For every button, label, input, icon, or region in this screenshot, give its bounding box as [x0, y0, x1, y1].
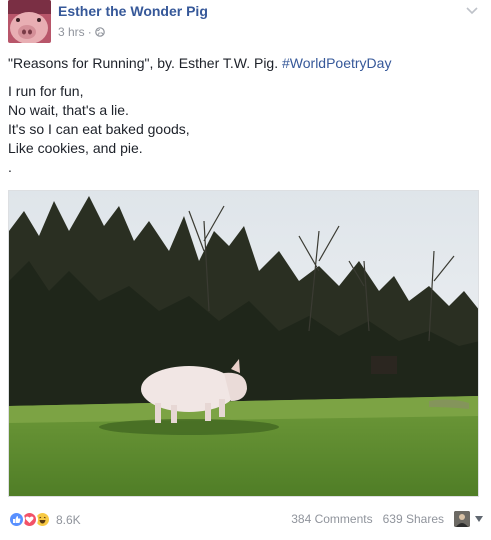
comments-count-link[interactable]: 384 Comments: [291, 512, 372, 526]
page-name-link[interactable]: Esther the Wonder Pig: [58, 3, 208, 19]
reactions-summary[interactable]: 8.6K: [8, 511, 81, 528]
poem-line: I run for fun,: [8, 83, 84, 99]
globe-icon[interactable]: [94, 27, 105, 37]
shares-count-link[interactable]: 639 Shares: [383, 512, 444, 526]
chevron-down-icon[interactable]: [465, 5, 479, 15]
post-footer: 8.6K 384 Comments 639 Shares: [8, 508, 483, 532]
meta-separator: ·: [87, 25, 92, 39]
poem-line: .: [8, 159, 12, 175]
poem-line: No wait, that's a lie.: [8, 102, 129, 118]
facebook-post: Esther the Wonder Pig 3 hrs · "Reasons f…: [0, 0, 491, 540]
page-avatar[interactable]: [8, 0, 51, 43]
engagement-stats: 384 Comments 639 Shares: [291, 511, 483, 527]
poem-text: I run for fun, No wait, that's a lie. It…: [8, 82, 190, 177]
poem-line: It's so I can eat baked goods,: [8, 121, 190, 137]
post-meta: 3 hrs ·: [58, 25, 105, 39]
timestamp-link[interactable]: 3 hrs: [58, 25, 85, 39]
caret-down-icon[interactable]: [475, 516, 483, 522]
viewer-avatar[interactable]: [454, 511, 470, 527]
like-icon: [8, 511, 25, 528]
reaction-count: 8.6K: [56, 512, 81, 527]
post-caption: "Reasons for Running", by. Esther T.W. P…: [8, 54, 391, 72]
caption-text: "Reasons for Running", by. Esther T.W. P…: [8, 55, 282, 71]
video-thumbnail[interactable]: [8, 190, 479, 497]
hashtag-link[interactable]: #WorldPoetryDay: [282, 55, 391, 71]
poem-line: Like cookies, and pie.: [8, 140, 143, 156]
